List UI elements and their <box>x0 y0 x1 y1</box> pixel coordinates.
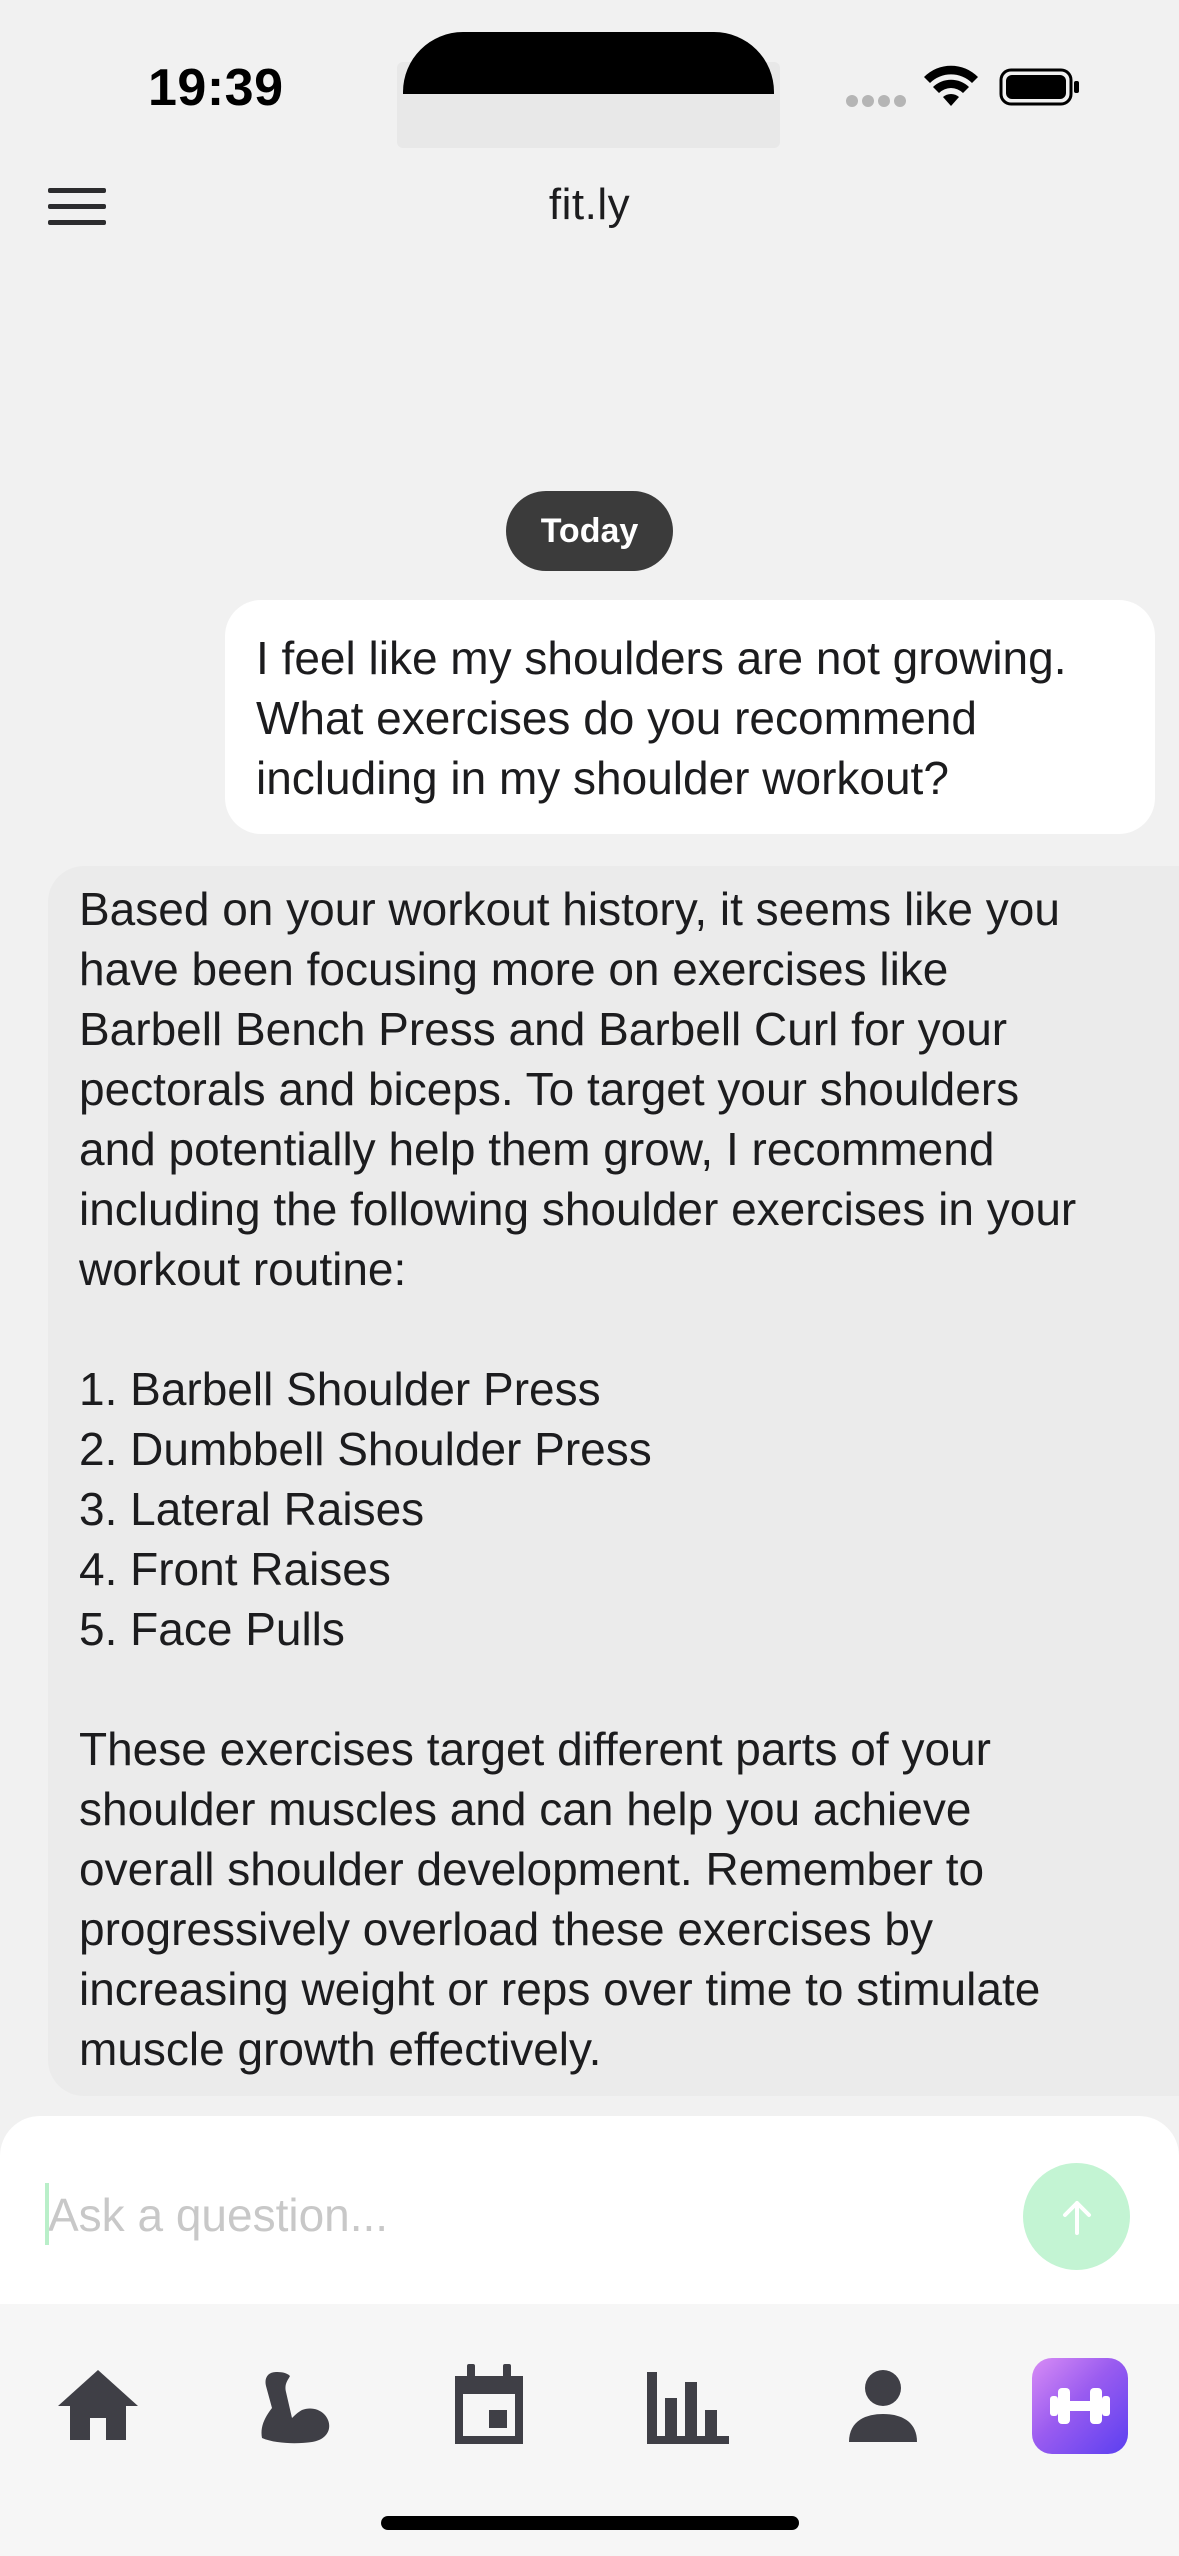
dumbbell-icon <box>1050 2388 1110 2424</box>
chat-screen: 19:39 fit.ly Today I feel like my should… <box>0 0 1179 2556</box>
dynamic-island <box>403 32 774 94</box>
user-message-bubble: I feel like my shoulders are not growing… <box>225 600 1155 834</box>
tab-profile[interactable] <box>835 2358 931 2454</box>
home-indicator <box>381 2516 799 2530</box>
text-cursor <box>45 2183 49 2245</box>
tab-calendar[interactable] <box>441 2358 537 2454</box>
bar-chart-icon <box>647 2372 729 2444</box>
assistant-message-bubble: Based on your workout history, it seems … <box>48 866 1179 2096</box>
status-bar: 19:39 <box>0 0 1179 150</box>
arrow-up-icon <box>1062 2200 1091 2235</box>
send-button[interactable] <box>1023 2163 1130 2270</box>
tab-home[interactable] <box>50 2358 146 2454</box>
cellular-signal-icon <box>846 95 906 107</box>
tab-stats[interactable] <box>639 2358 735 2454</box>
status-time: 19:39 <box>148 59 284 117</box>
battery-icon <box>999 68 1079 106</box>
tab-muscles[interactable] <box>246 2358 342 2454</box>
person-icon <box>849 2370 917 2442</box>
tab-workout[interactable] <box>1032 2358 1128 2454</box>
calendar-icon <box>455 2364 523 2444</box>
home-icon <box>58 2370 138 2440</box>
question-input[interactable] <box>48 2180 988 2250</box>
bicep-icon <box>261 2372 330 2444</box>
wifi-icon <box>924 65 978 106</box>
app-title: fit.ly <box>548 180 631 229</box>
date-separator: Today <box>506 491 673 571</box>
